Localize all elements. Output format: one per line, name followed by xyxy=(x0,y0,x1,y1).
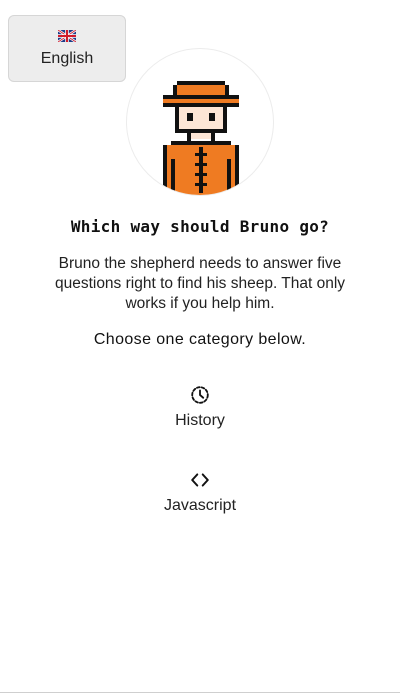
category-history-button[interactable]: History xyxy=(140,384,260,444)
uk-flag-icon xyxy=(58,29,76,42)
language-label: English xyxy=(40,49,94,67)
page-title: Which way should Bruno go? xyxy=(70,217,330,236)
language-button[interactable]: English xyxy=(8,15,126,82)
history-clock-icon xyxy=(191,386,209,404)
instruction-text: Choose one category below. xyxy=(93,331,307,348)
code-brackets-icon xyxy=(191,473,209,487)
bottom-divider xyxy=(0,692,400,693)
intro-text: Bruno the shepherd needs to answer five … xyxy=(54,255,346,312)
avatar xyxy=(126,48,274,196)
category-history-label: History xyxy=(175,412,225,429)
pixel-shepherd-icon xyxy=(163,81,239,195)
category-javascript-button[interactable]: Javascript xyxy=(140,469,260,529)
category-javascript-label: Javascript xyxy=(163,497,237,514)
